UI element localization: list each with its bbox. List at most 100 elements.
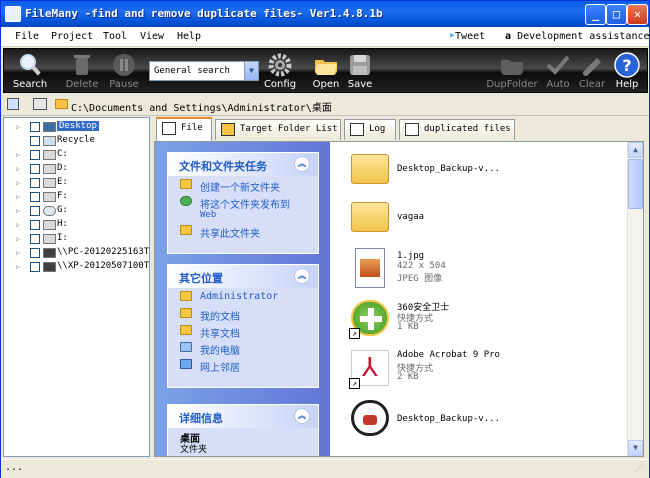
help-button[interactable]: ? Help: [608, 51, 646, 93]
tweet-label: Tweet: [455, 31, 486, 42]
config-label: Config: [263, 79, 297, 90]
file-name: Desktop_Backup-v...: [397, 164, 500, 174]
expand-icon[interactable]: ▷: [16, 151, 22, 159]
task-new-folder[interactable]: 创建一个新文件夹: [168, 176, 318, 194]
refresh-icon[interactable]: [7, 98, 19, 110]
folder-tree[interactable]: ▷ Desktop Recycle ▷ C: ▷ D: ▷ E: ▷ F: ▷ …: [3, 117, 150, 457]
search-button[interactable]: Search: [6, 51, 54, 93]
expand-icon[interactable]: ▷: [16, 221, 22, 229]
details-type: 文件夹: [180, 445, 208, 455]
scroll-up-icon[interactable]: ▲: [628, 142, 643, 158]
expand-icon[interactable]: ▷: [16, 249, 22, 257]
file-size: 2 KB: [397, 372, 419, 382]
file-item[interactable]: ↗ 360安全卫士 快捷方式 1 KB: [347, 294, 627, 342]
menu-view[interactable]: View: [140, 31, 164, 42]
file-item[interactable]: 1.jpg 422 x 504 JPEG 图像: [347, 246, 627, 294]
menu-help[interactable]: Help: [177, 31, 201, 42]
other-places-header[interactable]: 其它位置 ︽: [168, 265, 318, 288]
collapse-icon[interactable]: ︽: [294, 408, 310, 424]
tree-item-drive-e[interactable]: ▷ E:: [4, 176, 149, 190]
place-network[interactable]: 网上邻居: [168, 356, 318, 374]
tree-item-drive-h[interactable]: ▷ H:: [4, 218, 149, 232]
collapse-icon[interactable]: ︽: [294, 156, 310, 172]
tree-item-drive-f[interactable]: ▷ F:: [4, 190, 149, 204]
tree-checkbox[interactable]: [30, 220, 40, 230]
save-button[interactable]: Save: [336, 51, 384, 93]
pause-icon: [113, 54, 135, 76]
tree-checkbox[interactable]: [30, 178, 40, 188]
expand-icon[interactable]: ▷: [16, 207, 22, 215]
address-path[interactable]: C:\Documents and Settings\Administrator\…: [71, 99, 332, 114]
task-publish-web[interactable]: 将这个文件夹发布到: [168, 193, 318, 211]
tree-checkbox[interactable]: [30, 150, 40, 160]
tab-log[interactable]: Log: [344, 119, 396, 140]
dupfolder-button[interactable]: DupFolder: [484, 51, 540, 93]
expand-icon[interactable]: ▷: [16, 193, 22, 201]
maximize-button[interactable]: □: [606, 4, 627, 25]
menu-project[interactable]: Project: [51, 31, 93, 42]
tree-checkbox[interactable]: [30, 192, 40, 202]
task-publish-web-line2[interactable]: Web: [168, 210, 318, 222]
pause-button[interactable]: Pause: [100, 51, 148, 93]
file-item[interactable]: Desktop_Backup-v...: [347, 144, 627, 192]
menu-file[interactable]: File: [15, 31, 39, 42]
tree-checkbox[interactable]: [30, 164, 40, 174]
tree-item-network-xp[interactable]: ▷ \\XP-20120507100T: [4, 260, 149, 274]
details-header[interactable]: 详细信息 ︽: [168, 405, 318, 428]
delete-button[interactable]: Delete: [58, 51, 106, 93]
title-bar[interactable]: FileMany -find and remove duplicate file…: [1, 1, 649, 27]
tweet-link[interactable]: ➤Tweet: [449, 31, 485, 42]
place-shared-documents[interactable]: 共享文档: [168, 322, 318, 340]
expand-icon[interactable]: ▷: [16, 179, 22, 187]
task-pane: 文件和文件夹任务 ︽ 创建一个新文件夹 将这个文件夹发布到 Web 共享此文件夹…: [155, 142, 330, 456]
close-button[interactable]: ✕: [627, 4, 648, 25]
resize-grip-icon[interactable]: ⋰: [635, 464, 647, 476]
scroll-down-icon[interactable]: ▼: [628, 440, 643, 456]
scroll-thumb[interactable]: [628, 159, 643, 209]
place-label: Administrator: [200, 291, 279, 302]
file-item[interactable]: ⅄ ↗ Adobe Acrobat 9 Pro 快捷方式 2 KB: [347, 344, 627, 392]
search-mode-select[interactable]: General search ▼: [149, 61, 259, 81]
place-my-documents[interactable]: 我的文档: [168, 305, 318, 323]
expand-icon[interactable]: ▷: [16, 165, 22, 173]
file-item[interactable]: Desktop_Backup-v...: [347, 394, 627, 442]
tree-item-drive-d[interactable]: ▷ D:: [4, 162, 149, 176]
tab-target-folder-list[interactable]: Target Folder List: [215, 119, 341, 140]
development-assistance-link[interactable]: a Development assistance: [505, 31, 650, 42]
tree-item-drive-i[interactable]: ▷ I:: [4, 232, 149, 246]
other-places-panel: 其它位置 ︽ Administrator 我的文档 共享文档 我的电脑 网上邻居: [167, 264, 319, 388]
computer-icon[interactable]: [33, 98, 47, 110]
config-button[interactable]: Config: [256, 51, 304, 93]
tab-file[interactable]: File: [156, 117, 212, 141]
drive-icon: [43, 164, 56, 174]
tab-duplicated-files[interactable]: duplicated files: [399, 119, 515, 140]
tree-checkbox[interactable]: [30, 136, 40, 146]
file-item[interactable]: vagaa: [347, 192, 627, 240]
tree-checkbox[interactable]: [30, 262, 40, 272]
menu-tool[interactable]: Tool: [103, 31, 127, 42]
collapse-icon[interactable]: ︽: [294, 268, 310, 284]
expand-icon[interactable]: ▷: [16, 263, 22, 271]
tree-item-label: \\XP-20120507100T: [57, 261, 150, 271]
tree-item-label: D:: [57, 163, 68, 173]
expand-icon[interactable]: ▷: [16, 123, 22, 131]
tree-checkbox[interactable]: [30, 122, 40, 132]
file-list-scrollbar[interactable]: ▲ ▼: [627, 142, 643, 456]
file-list[interactable]: Desktop_Backup-v... vagaa 1.jpg 422 x 50…: [347, 142, 627, 456]
file-tasks-header[interactable]: 文件和文件夹任务 ︽: [168, 153, 318, 176]
help-label: Help: [615, 79, 639, 90]
tree-item-drive-g[interactable]: ▷ G:: [4, 204, 149, 218]
tree-item-drive-c[interactable]: ▷ C:: [4, 148, 149, 162]
place-my-computer[interactable]: 我的电脑: [168, 339, 318, 357]
place-administrator[interactable]: Administrator: [168, 288, 318, 305]
task-share-folder[interactable]: 共享此文件夹: [168, 222, 318, 240]
tree-checkbox[interactable]: [30, 248, 40, 258]
expand-icon[interactable]: ▷: [16, 235, 22, 243]
tree-item-desktop[interactable]: ▷ Desktop: [4, 120, 149, 134]
tree-checkbox[interactable]: [30, 206, 40, 216]
tree-checkbox[interactable]: [30, 234, 40, 244]
tree-item-network-pc[interactable]: ▷ \\PC-20120225163T: [4, 246, 149, 260]
panel-title: 文件和文件夹任务: [179, 160, 267, 173]
minimize-button[interactable]: _: [585, 4, 606, 25]
tree-item-recycle[interactable]: Recycle: [4, 134, 149, 148]
